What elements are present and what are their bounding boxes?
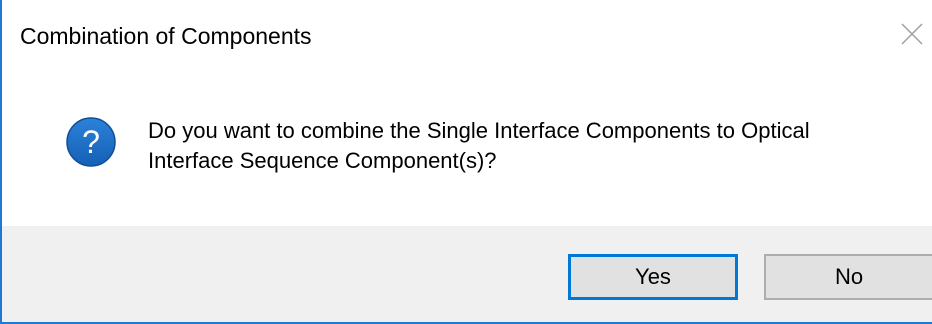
yes-button[interactable]: Yes	[568, 254, 738, 300]
close-icon	[901, 23, 923, 45]
message-line-1: Do you want to combine the Single Interf…	[148, 118, 810, 143]
dialog-title: Combination of Components	[20, 23, 312, 49]
message-dialog: Combination of Components ? Do you want …	[0, 0, 932, 324]
svg-text:?: ?	[82, 124, 100, 160]
question-icon: ?	[65, 116, 117, 168]
title-bar: Combination of Components	[2, 0, 932, 74]
no-button[interactable]: No	[764, 254, 932, 300]
dialog-message: Do you want to combine the Single Interf…	[148, 116, 908, 176]
close-button[interactable]	[892, 14, 932, 54]
button-bar: Yes No	[2, 226, 932, 322]
dialog-body: ? Do you want to combine the Single Inte…	[2, 74, 932, 226]
message-line-2: Interface Sequence Component(s)?	[148, 148, 497, 173]
